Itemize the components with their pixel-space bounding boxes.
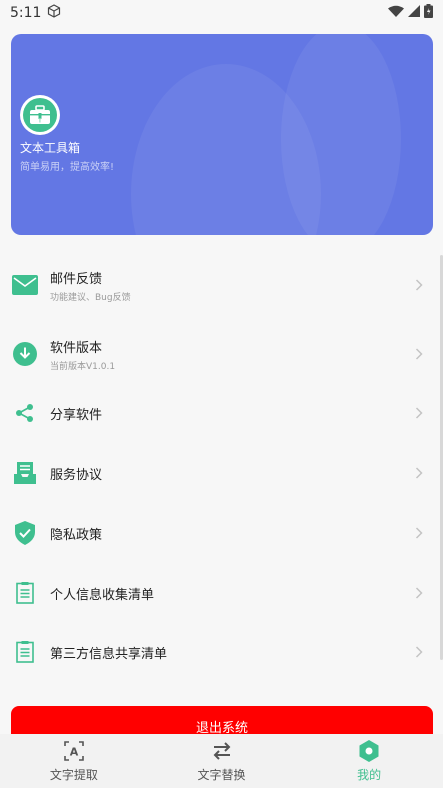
chevron-right-icon xyxy=(413,348,425,360)
list-icon xyxy=(12,580,38,606)
chevron-right-icon xyxy=(413,279,425,291)
app-logo: T xyxy=(20,95,60,135)
battery-icon xyxy=(424,4,433,22)
menu-item-privacy-policy[interactable]: 隐私政策 xyxy=(0,503,443,563)
tab-label: 文字提取 xyxy=(49,767,98,782)
menu-item-title: 分享软件 xyxy=(50,407,103,423)
status-bar: 5:11 xyxy=(0,0,443,26)
app-slogan: 简单易用，提高效率! xyxy=(20,162,115,173)
menu-item-subtitle: 当前版本V1.0.1 xyxy=(50,361,116,372)
menu-item-service-agreement[interactable]: 服务协议 xyxy=(0,443,443,503)
tab-mine[interactable]: 我的 xyxy=(295,734,443,788)
chevron-right-icon xyxy=(413,646,425,658)
toolbox-icon: T xyxy=(30,105,50,125)
tab-label: 文字替换 xyxy=(197,767,246,782)
signal-icon xyxy=(408,5,420,21)
decorative-blob xyxy=(281,34,401,235)
chevron-right-icon xyxy=(413,407,425,419)
wifi-icon xyxy=(388,5,404,22)
svg-text:A: A xyxy=(70,745,79,758)
menu-item-subtitle: 功能建议、Bug反馈 xyxy=(50,292,131,303)
menu-item-software-version[interactable]: 软件版本 当前版本V1.0.1 xyxy=(0,324,443,384)
menu-item-share-software[interactable]: 分享软件 xyxy=(0,383,443,443)
shield-check-icon xyxy=(12,520,38,546)
menu-item-title: 邮件反馈 xyxy=(50,271,103,287)
status-time: 5:11 xyxy=(10,5,42,21)
tab-text-extract[interactable]: A 文字提取 xyxy=(0,734,148,788)
download-icon xyxy=(12,341,38,367)
svg-text:T: T xyxy=(37,118,42,125)
menu-item-title: 个人信息收集清单 xyxy=(50,587,155,603)
menu-item-mail-feedback[interactable]: 邮件反馈 功能建议、Bug反馈 xyxy=(0,255,443,315)
text-extract-icon: A xyxy=(63,740,85,762)
share-icon xyxy=(12,400,38,426)
menu-item-title: 隐私政策 xyxy=(50,527,103,543)
cube-icon xyxy=(47,4,61,22)
tab-text-replace[interactable]: 文字替换 xyxy=(148,734,296,788)
mail-icon xyxy=(12,272,38,298)
profile-header-card: T 文本工具箱 简单易用，提高效率! xyxy=(11,34,433,235)
menu-item-third-party-sharing-list[interactable]: 第三方信息共享清单 xyxy=(0,622,443,682)
list-icon xyxy=(12,639,38,665)
menu-item-title: 软件版本 xyxy=(50,340,103,356)
tab-label: 我的 xyxy=(357,767,382,782)
chevron-right-icon xyxy=(413,467,425,479)
chevron-right-icon xyxy=(413,587,425,599)
inbox-icon xyxy=(12,460,38,486)
bottom-navigation: A 文字提取 文字替换 我的 xyxy=(0,734,443,788)
hexagon-icon xyxy=(358,739,380,762)
menu-item-title: 第三方信息共享清单 xyxy=(50,646,168,662)
chevron-right-icon xyxy=(413,527,425,539)
menu-item-title: 服务协议 xyxy=(50,467,103,483)
app-name: 文本工具箱 xyxy=(20,141,81,155)
menu-item-personal-info-list[interactable]: 个人信息收集清单 xyxy=(0,563,443,623)
swap-icon xyxy=(211,740,233,762)
